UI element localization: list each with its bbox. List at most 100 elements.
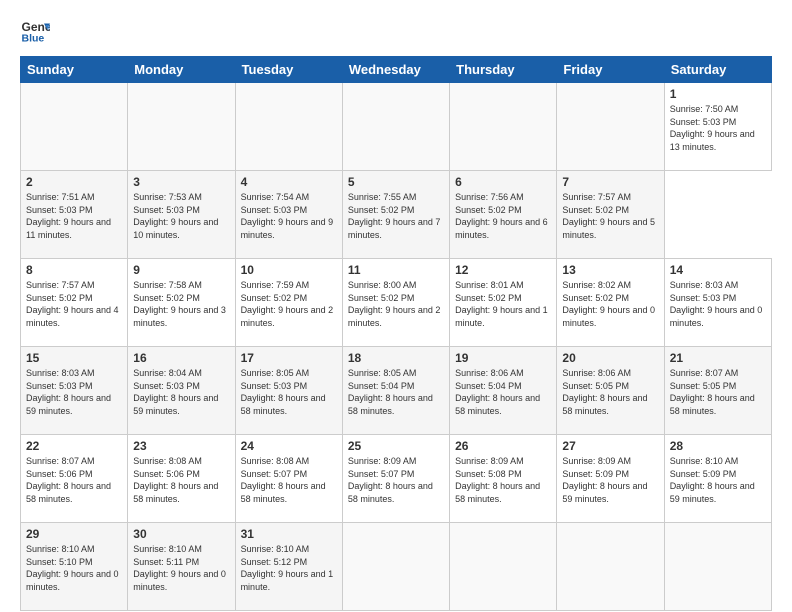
day-info: Sunrise: 8:10 AMSunset: 5:12 PMDaylight:… (241, 543, 337, 593)
day-number: 3 (133, 175, 229, 189)
calendar-table: SundayMondayTuesdayWednesdayThursdayFrid… (20, 56, 772, 611)
calendar-cell (664, 523, 771, 611)
calendar-cell: 8 Sunrise: 7:57 AMSunset: 5:02 PMDaylight… (21, 259, 128, 347)
day-info: Sunrise: 7:58 AMSunset: 5:02 PMDaylight:… (133, 279, 229, 329)
day-info: Sunrise: 7:53 AMSunset: 5:03 PMDaylight:… (133, 191, 229, 241)
calendar-cell: 11Sunrise: 8:00 AMSunset: 5:02 PMDayligh… (342, 259, 449, 347)
day-number: 20 (562, 351, 658, 365)
calendar-cell: 6 Sunrise: 7:56 AMSunset: 5:02 PMDaylight… (450, 171, 557, 259)
day-info: Sunrise: 8:01 AMSunset: 5:02 PMDaylight:… (455, 279, 551, 329)
calendar-cell: 7 Sunrise: 7:57 AMSunset: 5:02 PMDaylight… (557, 171, 664, 259)
day-number: 5 (348, 175, 444, 189)
calendar-cell: 13 Sunrise: 8:02 AMSunset: 5:02 PMDayligh… (557, 259, 664, 347)
day-number: 4 (241, 175, 337, 189)
calendar-cell: 31 Sunrise: 8:10 AMSunset: 5:12 PMDayligh… (235, 523, 342, 611)
day-number: 14 (670, 263, 766, 277)
col-header-friday: Friday (557, 57, 664, 83)
day-number: 21 (670, 351, 766, 365)
day-info: Sunrise: 8:10 AMSunset: 5:09 PMDaylight:… (670, 455, 766, 505)
day-info: Sunrise: 8:09 AMSunset: 5:07 PMDaylight:… (348, 455, 444, 505)
day-info: Sunrise: 8:07 AMSunset: 5:05 PMDaylight:… (670, 367, 766, 417)
calendar-cell: 4 Sunrise: 7:54 AMSunset: 5:03 PMDaylight… (235, 171, 342, 259)
calendar-cell: 15 Sunrise: 8:03 AMSunset: 5:03 PMDayligh… (21, 347, 128, 435)
calendar-cell (235, 83, 342, 171)
day-info: Sunrise: 8:10 AMSunset: 5:11 PMDaylight:… (133, 543, 229, 593)
logo-icon: General Blue (20, 16, 50, 46)
calendar-week-2: 8 Sunrise: 7:57 AMSunset: 5:02 PMDaylight… (21, 259, 772, 347)
day-number: 23 (133, 439, 229, 453)
calendar-cell: 10Sunrise: 7:59 AMSunset: 5:02 PMDayligh… (235, 259, 342, 347)
calendar-cell: 12 Sunrise: 8:01 AMSunset: 5:02 PMDayligh… (450, 259, 557, 347)
day-info: Sunrise: 7:57 AMSunset: 5:02 PMDaylight:… (562, 191, 658, 241)
calendar-page: General Blue SundayMondayTuesdayWednesda… (0, 0, 792, 612)
day-number: 30 (133, 527, 229, 541)
day-number: 17 (241, 351, 337, 365)
day-info: Sunrise: 8:02 AMSunset: 5:02 PMDaylight:… (562, 279, 658, 329)
day-number: 28 (670, 439, 766, 453)
calendar-cell: 30 Sunrise: 8:10 AMSunset: 5:11 PMDayligh… (128, 523, 235, 611)
day-number: 18 (348, 351, 444, 365)
day-number: 26 (455, 439, 551, 453)
day-number: 24 (241, 439, 337, 453)
day-number: 22 (26, 439, 122, 453)
day-info: Sunrise: 8:06 AMSunset: 5:05 PMDaylight:… (562, 367, 658, 417)
col-header-thursday: Thursday (450, 57, 557, 83)
col-header-sunday: Sunday (21, 57, 128, 83)
svg-text:Blue: Blue (22, 33, 45, 45)
calendar-cell (450, 523, 557, 611)
day-info: Sunrise: 8:07 AMSunset: 5:06 PMDaylight:… (26, 455, 122, 505)
day-number: 9 (133, 263, 229, 277)
calendar-cell: 5 Sunrise: 7:55 AMSunset: 5:02 PMDaylight… (342, 171, 449, 259)
calendar-cell: 16 Sunrise: 8:04 AMSunset: 5:03 PMDayligh… (128, 347, 235, 435)
day-info: Sunrise: 7:56 AMSunset: 5:02 PMDaylight:… (455, 191, 551, 241)
calendar-week-3: 15 Sunrise: 8:03 AMSunset: 5:03 PMDayligh… (21, 347, 772, 435)
col-header-saturday: Saturday (664, 57, 771, 83)
calendar-cell: 23Sunrise: 8:08 AMSunset: 5:06 PMDayligh… (128, 435, 235, 523)
calendar-cell: 29 Sunrise: 8:10 AMSunset: 5:10 PMDayligh… (21, 523, 128, 611)
calendar-cell (21, 83, 128, 171)
col-header-monday: Monday (128, 57, 235, 83)
day-number: 7 (562, 175, 658, 189)
day-info: Sunrise: 7:50 AMSunset: 5:03 PMDaylight:… (670, 103, 766, 153)
calendar-cell: 28 Sunrise: 8:10 AMSunset: 5:09 PMDayligh… (664, 435, 771, 523)
col-header-tuesday: Tuesday (235, 57, 342, 83)
calendar-cell: 27Sunrise: 8:09 AMSunset: 5:09 PMDayligh… (557, 435, 664, 523)
day-number: 11 (348, 263, 444, 277)
day-number: 6 (455, 175, 551, 189)
calendar-cell: 20 Sunrise: 8:06 AMSunset: 5:05 PMDayligh… (557, 347, 664, 435)
calendar-cell (557, 83, 664, 171)
day-number: 13 (562, 263, 658, 277)
day-number: 31 (241, 527, 337, 541)
header: General Blue (20, 16, 772, 46)
day-number: 29 (26, 527, 122, 541)
calendar-header-row: SundayMondayTuesdayWednesdayThursdayFrid… (21, 57, 772, 83)
day-info: Sunrise: 8:04 AMSunset: 5:03 PMDaylight:… (133, 367, 229, 417)
day-number: 8 (26, 263, 122, 277)
day-info: Sunrise: 8:03 AMSunset: 5:03 PMDaylight:… (26, 367, 122, 417)
day-info: Sunrise: 8:06 AMSunset: 5:04 PMDaylight:… (455, 367, 551, 417)
calendar-cell: 18 Sunrise: 8:05 AMSunset: 5:04 PMDayligh… (342, 347, 449, 435)
day-number: 16 (133, 351, 229, 365)
day-info: Sunrise: 8:03 AMSunset: 5:03 PMDaylight:… (670, 279, 766, 329)
day-number: 19 (455, 351, 551, 365)
calendar-cell (557, 523, 664, 611)
calendar-cell (128, 83, 235, 171)
day-info: Sunrise: 7:57 AMSunset: 5:02 PMDaylight:… (26, 279, 122, 329)
day-number: 2 (26, 175, 122, 189)
day-info: Sunrise: 7:51 AMSunset: 5:03 PMDaylight:… (26, 191, 122, 241)
calendar-cell: 19 Sunrise: 8:06 AMSunset: 5:04 PMDayligh… (450, 347, 557, 435)
day-info: Sunrise: 8:05 AMSunset: 5:03 PMDaylight:… (241, 367, 337, 417)
day-number: 27 (562, 439, 658, 453)
day-number: 12 (455, 263, 551, 277)
day-info: Sunrise: 8:05 AMSunset: 5:04 PMDaylight:… (348, 367, 444, 417)
day-number: 15 (26, 351, 122, 365)
day-info: Sunrise: 8:10 AMSunset: 5:10 PMDaylight:… (26, 543, 122, 593)
day-info: Sunrise: 8:08 AMSunset: 5:07 PMDaylight:… (241, 455, 337, 505)
day-info: Sunrise: 7:55 AMSunset: 5:02 PMDaylight:… (348, 191, 444, 241)
calendar-cell: 2 Sunrise: 7:51 AMSunset: 5:03 PMDaylight… (21, 171, 128, 259)
day-info: Sunrise: 7:59 AMSunset: 5:02 PMDaylight:… (241, 279, 337, 329)
calendar-cell: 17 Sunrise: 8:05 AMSunset: 5:03 PMDayligh… (235, 347, 342, 435)
day-info: Sunrise: 7:54 AMSunset: 5:03 PMDaylight:… (241, 191, 337, 241)
col-header-wednesday: Wednesday (342, 57, 449, 83)
calendar-cell: 1Sunrise: 7:50 AMSunset: 5:03 PMDaylight… (664, 83, 771, 171)
